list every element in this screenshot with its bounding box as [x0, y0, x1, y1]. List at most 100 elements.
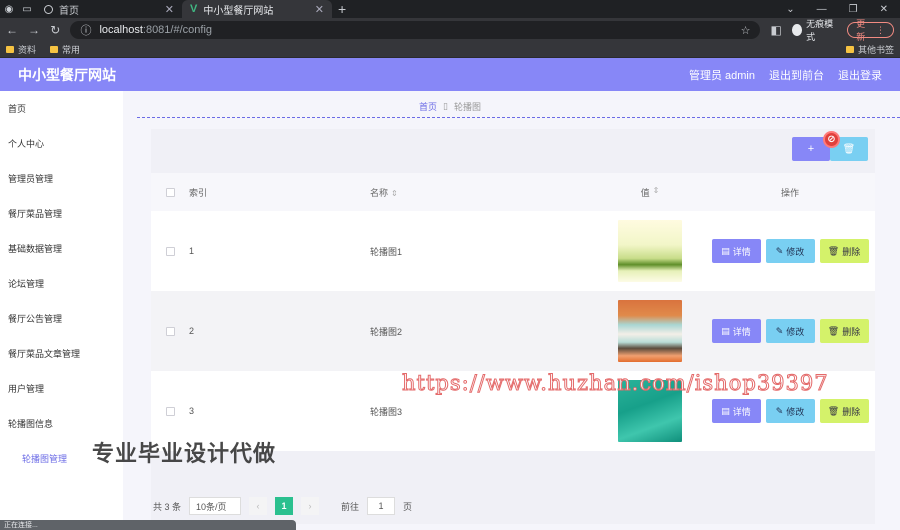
tab-list-icon[interactable]: ⌄	[786, 4, 794, 15]
cell-name: 轮播图3	[370, 406, 403, 417]
folder-icon	[50, 46, 59, 53]
close-tab-icon[interactable]: ✕	[165, 3, 174, 16]
row-checkbox[interactable]	[165, 246, 175, 256]
app-title: 中小型餐厅网站	[18, 66, 116, 83]
bookmark-folder[interactable]: 资料	[6, 43, 36, 56]
breadcrumb-separator-icon: ▯	[443, 101, 448, 111]
update-button[interactable]: 更新 ⋮	[847, 19, 894, 42]
row-checkbox[interactable]	[165, 326, 175, 336]
delete-button[interactable]: 🗑 删除	[819, 399, 869, 423]
edit-button[interactable]: ✎ 修改	[765, 319, 815, 343]
table-row: 1 轮播图1 ▤ 详情 ✎ 修改 🗑 删除	[151, 211, 875, 291]
new-tab-icon[interactable]: +	[338, 1, 346, 17]
detail-label: 详情	[732, 406, 751, 417]
pagination: 共 3 条 10条/页 ‹ 1 › 前往 1 页	[151, 495, 875, 517]
carousel-thumbnail[interactable]	[618, 220, 682, 282]
trash-icon: 🗑	[827, 405, 840, 416]
pagination-total: 共 3 条	[153, 501, 182, 512]
breadcrumb-divider	[137, 117, 900, 118]
sidebar-item-home[interactable]: 首页	[0, 91, 123, 126]
sort-icon[interactable]: ⇕	[391, 189, 398, 198]
breadcrumb-current: 轮播图	[453, 102, 481, 112]
page-number-current[interactable]: 1	[275, 497, 294, 515]
table-header: 索引 名称 ⇕ 值 ⇕ 操作	[151, 173, 875, 211]
edit-label: 修改	[786, 406, 805, 417]
tab-group-icon[interactable]: ▭	[18, 0, 36, 18]
detail-button[interactable]: ▤ 详情	[711, 319, 761, 343]
tab-search-icon[interactable]: ◉	[0, 0, 18, 18]
col-name-header[interactable]: 名称 ⇕	[370, 186, 595, 199]
doc-icon: ▤	[721, 405, 730, 416]
close-window-icon[interactable]: ✕	[880, 4, 888, 15]
trash-icon: 🗑	[827, 245, 840, 256]
bookmark-label: 其他书签	[857, 45, 894, 55]
row-checkbox[interactable]	[165, 406, 175, 416]
reload-icon[interactable]: ↻	[50, 23, 60, 37]
col-value-header[interactable]: 值 ⇕	[595, 186, 705, 199]
sidebar-item-admins[interactable]: 管理员管理	[0, 161, 123, 196]
cell-index: 3	[189, 406, 195, 416]
goto-page-input[interactable]: 1	[367, 497, 396, 515]
close-tab-icon[interactable]: ✕	[315, 3, 324, 16]
browser-tab-active[interactable]: V 中小型餐厅网站 ✕	[182, 0, 332, 18]
next-page-button[interactable]: ›	[301, 497, 320, 515]
tab-title: 中小型餐厅网站	[203, 5, 274, 17]
sidebar-item-users[interactable]: 用户管理	[0, 371, 123, 406]
delete-label: 删除	[842, 246, 861, 257]
cell-name: 轮播图2	[370, 326, 403, 337]
sidebar-item-basic-data[interactable]: 基础数据管理	[0, 231, 123, 266]
sidebar-item-notices[interactable]: 餐厅公告管理	[0, 301, 123, 336]
exit-front-link[interactable]: 退出到前台	[769, 67, 824, 83]
edit-button[interactable]: ✎ 修改	[765, 239, 815, 263]
detail-button[interactable]: ▤ 详情	[711, 239, 761, 263]
browser-status-bar: 正在连接...	[0, 520, 296, 530]
sort-icon[interactable]: ⇕	[653, 186, 660, 199]
pencil-icon: ✎	[775, 405, 784, 416]
browser-tab[interactable]: 首页 ✕	[36, 0, 182, 18]
incognito-icon	[791, 24, 803, 36]
incognito-profile[interactable]: 无痕模式	[791, 17, 837, 43]
bookmark-folder[interactable]: 常用	[50, 43, 80, 56]
edit-button[interactable]: ✎ 修改	[765, 399, 815, 423]
watermark-url: https://www.huzhan.com/ishop39397	[402, 371, 829, 396]
folder-icon	[6, 46, 14, 53]
vue-icon: V	[190, 3, 198, 15]
col-value-label: 值	[640, 187, 650, 198]
sidebar-item-forum[interactable]: 论坛管理	[0, 266, 123, 301]
page-size-select[interactable]: 10条/页	[189, 497, 242, 515]
delete-button[interactable]: 🗑 删除	[819, 239, 869, 263]
back-icon[interactable]: ←	[6, 23, 18, 37]
logout-link[interactable]: 退出登录	[838, 67, 882, 83]
sidepanel-icon[interactable]: ◧	[770, 23, 781, 37]
address-bar[interactable]: ⓘ localhost:8081/#/config ☆	[70, 21, 761, 39]
other-bookmarks[interactable]: 其他书签	[845, 43, 894, 56]
table-row: 2 轮播图2 ▤ 详情 ✎ 修改 🗑 删除	[151, 291, 875, 371]
carousel-thumbnail[interactable]	[618, 300, 682, 362]
cell-index: 2	[189, 326, 195, 336]
kebab-menu-icon: ⋮	[876, 24, 885, 35]
cell-name: 轮播图1	[370, 246, 403, 257]
sidebar-item-profile[interactable]: 个人中心	[0, 126, 123, 161]
data-table: 索引 名称 ⇕ 值 ⇕ 操作 1 轮播图1 ▤ 详情 ✎ 修改 🗑 删除 2 轮播图2	[151, 173, 875, 451]
restore-icon[interactable]: ❐	[849, 4, 858, 15]
trash-icon: 🗑	[842, 143, 856, 155]
bookmark-star-icon[interactable]: ☆	[741, 24, 751, 37]
sidebar-item-dishes[interactable]: 餐厅菜品管理	[0, 196, 123, 231]
header-links: 管理员 admin 退出到前台 退出登录	[689, 67, 882, 83]
detail-label: 详情	[732, 246, 751, 257]
tab-title: 首页	[59, 5, 79, 17]
breadcrumb-home[interactable]: 首页	[419, 100, 437, 113]
detail-button[interactable]: ▤ 详情	[711, 399, 761, 423]
not-allowed-cursor-icon: ⊘	[823, 131, 840, 148]
forward-icon[interactable]: →	[28, 23, 40, 37]
delete-button[interactable]: 🗑 删除	[819, 319, 869, 343]
bookmark-label: 资料	[18, 45, 37, 55]
update-label: 更新	[856, 19, 866, 42]
select-all-checkbox[interactable]	[165, 187, 175, 197]
info-icon[interactable]: ⓘ	[80, 22, 91, 38]
sidebar-item-articles[interactable]: 餐厅菜品文章管理	[0, 336, 123, 371]
prev-page-button[interactable]: ‹	[249, 497, 268, 515]
browser-toolbar: ← → ↻ ⓘ localhost:8081/#/config ☆ ◧ 无痕模式…	[0, 18, 900, 42]
minimize-icon[interactable]: —	[817, 4, 827, 15]
pencil-icon: ✎	[775, 325, 784, 336]
